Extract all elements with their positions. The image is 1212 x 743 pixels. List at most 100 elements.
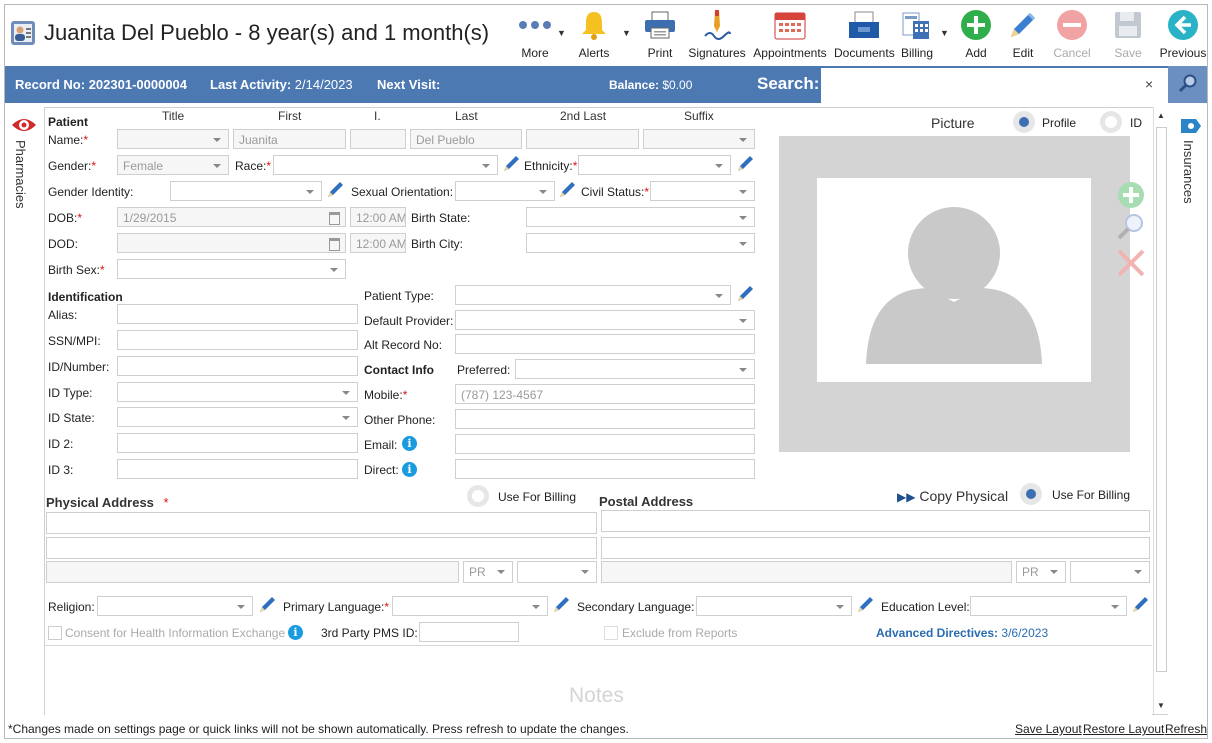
alerts-button[interactable]: Alerts [576,8,612,60]
birth-sex-select[interactable] [117,259,346,279]
physical-state-select[interactable]: PR [463,561,513,583]
physical-city-input[interactable] [46,561,459,583]
email-input[interactable] [455,434,755,454]
id-type-select[interactable] [117,382,358,402]
primary-language-select[interactable] [392,596,548,616]
physical-zip-select[interactable] [517,561,597,583]
physical-address-line1[interactable] [46,512,597,534]
default-provider-select[interactable] [455,310,755,330]
more-button[interactable]: More [516,8,554,60]
print-button[interactable]: Print [640,8,680,60]
other-phone-input[interactable] [455,409,755,429]
initial-input[interactable] [350,129,406,149]
mobile-input[interactable]: (787) 123-4567 [455,384,755,404]
billing-button[interactable]: Billing [898,8,936,60]
ssn-input[interactable] [117,330,358,350]
religion-select[interactable] [97,596,253,616]
id-number-input[interactable] [117,356,358,376]
remove-photo-icon[interactable] [1116,248,1146,278]
id3-input[interactable] [117,459,358,479]
last-name-input[interactable]: Del Pueblo [410,129,522,149]
scroll-down-icon[interactable]: ▼ [1157,701,1165,710]
education-level-select[interactable] [970,596,1127,616]
pharmacies-tab[interactable]: Pharmacies [13,140,28,209]
race-edit-pencil-icon[interactable] [502,155,520,173]
appointments-button[interactable]: Appointments [752,8,828,60]
ethnicity-edit-pencil-icon[interactable] [736,155,754,173]
alt-record-input[interactable] [455,334,755,354]
add-photo-icon[interactable] [1116,180,1146,210]
physical-use-billing-radio[interactable] [467,485,489,507]
patient-type-select[interactable] [455,285,731,305]
education-level-edit-pencil-icon[interactable] [1131,596,1149,614]
notes-area[interactable]: Notes [45,645,1152,715]
postal-address-line1[interactable] [601,510,1150,532]
gender-identity-select[interactable] [170,181,322,201]
consent-info-icon[interactable]: i [288,625,303,640]
civil-status-select[interactable] [650,181,755,201]
billing-dropdown-caret[interactable]: ▼ [940,28,949,38]
title-select[interactable] [117,129,229,149]
alias-input[interactable] [117,304,358,324]
dod-date-input[interactable] [117,233,346,253]
copy-physical-button[interactable]: ▶▶ Copy Physical [897,488,1008,504]
postal-use-billing-radio[interactable] [1020,483,1042,505]
add-button[interactable]: Add [958,8,994,60]
search-input[interactable] [821,68,1171,103]
scrollbar-thumb[interactable] [1156,127,1167,672]
advanced-directives[interactable]: Advanced Directives: 3/6/2023 [876,626,1048,640]
zoom-photo-icon[interactable] [1116,212,1146,242]
first-name-input[interactable]: Juanita [233,129,346,149]
patient-type-edit-pencil-icon[interactable] [736,285,754,303]
clear-search-icon[interactable]: × [1145,76,1153,92]
id2-input[interactable] [117,433,358,453]
gender-select[interactable]: Female [117,155,229,175]
insurances-tab[interactable]: Insurances [1181,140,1196,204]
dob-time-input[interactable]: 12:00 AM [350,207,406,227]
profile-radio[interactable] [1013,111,1035,133]
edit-button[interactable]: Edit [1004,8,1042,60]
physical-address-line2[interactable] [46,537,597,559]
sexual-orientation-select[interactable] [455,181,555,201]
refresh-link[interactable]: Refresh [1165,722,1207,736]
secondary-language-edit-pencil-icon[interactable] [856,596,874,614]
religion-edit-pencil-icon[interactable] [258,596,276,614]
postal-address-line2[interactable] [601,537,1150,559]
dob-date-input[interactable]: 1/29/2015 [117,207,346,227]
dod-time-input[interactable]: 12:00 AM [350,233,406,253]
direct-input[interactable] [455,459,755,479]
postal-zip-select[interactable] [1070,561,1150,583]
email-info-icon[interactable]: i [402,436,417,451]
consent-checkbox[interactable] [48,626,62,640]
search-button[interactable] [1168,66,1207,103]
primary-language-edit-pencil-icon[interactable] [552,596,570,614]
more-dropdown-caret[interactable]: ▼ [557,28,566,38]
suffix-select[interactable] [643,129,755,149]
previous-button[interactable]: Previous [1158,8,1208,60]
sexual-orientation-edit-pencil-icon[interactable] [558,181,576,199]
form-scrollbar[interactable]: ▲ ▼ [1153,107,1169,714]
preferred-contact-select[interactable] [515,359,755,379]
race-select[interactable] [273,155,498,175]
direct-info-icon[interactable]: i [402,462,417,477]
scroll-up-icon[interactable]: ▲ [1157,111,1165,120]
second-last-input[interactable] [526,129,639,149]
signatures-button[interactable]: Signatures [688,8,746,60]
third-party-pms-input[interactable] [419,622,519,642]
cancel-button[interactable]: Cancel [1052,8,1092,60]
exclude-reports-checkbox[interactable] [604,626,618,640]
postal-city-input[interactable] [601,561,1012,583]
save-layout-link[interactable]: Save Layout [1015,722,1082,736]
postal-state-select[interactable]: PR [1016,561,1066,583]
save-button[interactable]: Save [1110,8,1146,60]
birth-city-select[interactable] [526,233,755,253]
restore-layout-link[interactable]: Restore Layout [1083,722,1164,736]
id-radio[interactable] [1100,111,1122,133]
gender-identity-edit-pencil-icon[interactable] [326,181,344,199]
documents-button[interactable]: Documents [834,8,895,60]
secondary-language-select[interactable] [696,596,852,616]
ethnicity-select[interactable] [578,155,731,175]
birth-state-select[interactable] [526,207,755,227]
id-state-select[interactable] [117,407,358,427]
alerts-dropdown-caret[interactable]: ▼ [622,28,631,38]
